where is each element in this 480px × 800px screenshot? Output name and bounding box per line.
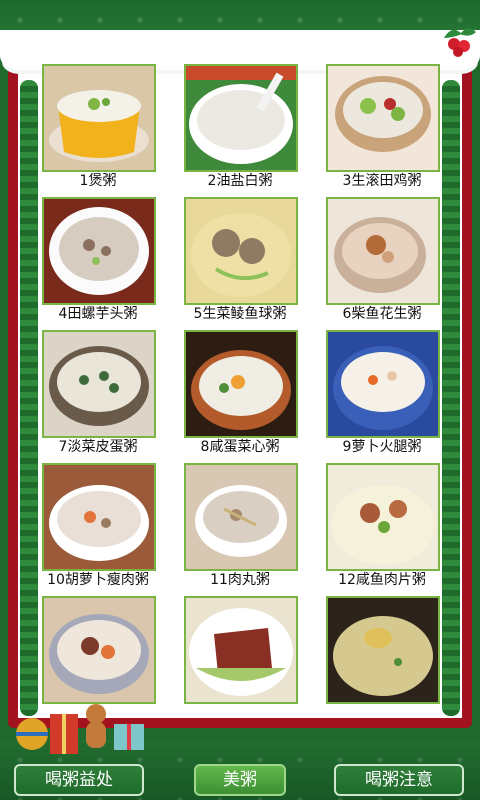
porridge-image bbox=[328, 598, 438, 702]
porridge-photo[interactable] bbox=[184, 197, 298, 305]
porridge-photo[interactable] bbox=[184, 596, 298, 704]
porridge-label bbox=[178, 702, 302, 720]
porridge-photo[interactable] bbox=[326, 330, 440, 438]
porridge-item-7[interactable]: 7淡菜皮蛋粥 bbox=[42, 330, 156, 456]
porridge-label: 12咸鱼肉片粥 bbox=[338, 572, 426, 588]
porridge-image bbox=[44, 66, 154, 170]
porridge-image bbox=[186, 332, 296, 436]
porridge-label: 5生菜鲮鱼球粥 bbox=[193, 306, 287, 322]
porridge-label: 2油盐白粥 bbox=[207, 173, 273, 189]
porridge-photo[interactable] bbox=[184, 330, 298, 438]
porridge-photo[interactable] bbox=[184, 463, 298, 571]
porridge-label: 1煲粥 bbox=[79, 173, 117, 189]
porridge-label: 3生滚田鸡粥 bbox=[342, 173, 422, 189]
porridge-photo[interactable] bbox=[42, 330, 156, 438]
porridge-photo[interactable] bbox=[42, 596, 156, 704]
porridge-image bbox=[328, 199, 438, 303]
porridge-item-1[interactable]: 1煲粥 bbox=[42, 64, 156, 190]
porridge-item-12[interactable]: 12咸鱼肉片粥 bbox=[326, 463, 440, 589]
porridge-image bbox=[186, 465, 296, 569]
holly-berries-icon bbox=[444, 28, 476, 57]
porridge-photo[interactable] bbox=[326, 596, 440, 704]
porridge-photo[interactable] bbox=[326, 197, 440, 305]
porridge-image bbox=[44, 465, 154, 569]
christmas-gifts-icon bbox=[16, 704, 144, 754]
tab-benefits[interactable]: 喝粥益处 bbox=[14, 764, 144, 796]
porridge-label: 11肉丸粥 bbox=[210, 572, 270, 588]
porridge-item-2[interactable]: 2油盐白粥 bbox=[184, 64, 298, 190]
porridge-item-8[interactable]: 8咸蛋菜心粥 bbox=[184, 330, 298, 456]
porridge-image bbox=[328, 465, 438, 569]
porridge-label bbox=[320, 702, 444, 720]
porridge-image bbox=[186, 598, 296, 702]
porridge-image bbox=[44, 598, 154, 702]
porridge-item-6[interactable]: 6柴鱼花生粥 bbox=[326, 197, 440, 323]
porridge-label: 9萝卜火腿粥 bbox=[342, 439, 422, 455]
porridge-item-3[interactable]: 3生滚田鸡粥 bbox=[326, 64, 440, 190]
tab-porridge-active[interactable]: 美粥 bbox=[194, 764, 286, 796]
porridge-photo[interactable] bbox=[42, 197, 156, 305]
garland-right bbox=[442, 80, 460, 716]
porridge-photo[interactable] bbox=[326, 463, 440, 571]
porridge-image bbox=[186, 66, 296, 170]
porridge-label: 10胡萝卜瘦肉粥 bbox=[47, 572, 149, 588]
porridge-item-10[interactable]: 10胡萝卜瘦肉粥 bbox=[42, 463, 156, 589]
porridge-label: 6柴鱼花生粥 bbox=[342, 306, 422, 322]
porridge-image bbox=[44, 199, 154, 303]
porridge-image bbox=[44, 332, 154, 436]
porridge-image bbox=[328, 332, 438, 436]
porridge-image bbox=[186, 199, 296, 303]
porridge-item-11[interactable]: 11肉丸粥 bbox=[184, 463, 298, 589]
porridge-item-5[interactable]: 5生菜鲮鱼球粥 bbox=[184, 197, 298, 323]
porridge-photo[interactable] bbox=[42, 64, 156, 172]
porridge-photo[interactable] bbox=[42, 463, 156, 571]
porridge-item-9[interactable]: 9萝卜火腿粥 bbox=[326, 330, 440, 456]
tab-precautions[interactable]: 喝粥注意 bbox=[334, 764, 464, 796]
porridge-label: 8咸蛋菜心粥 bbox=[200, 439, 280, 455]
porridge-grid: 1煲粥 2油盐白粥 3生滚田鸡粥 4田螺芋头粥 5生菜鲮鱼球粥 6柴鱼花生粥 7… bbox=[38, 64, 442, 704]
porridge-label: 4田螺芋头粥 bbox=[58, 306, 138, 322]
porridge-photo[interactable] bbox=[184, 64, 298, 172]
porridge-item-15[interactable] bbox=[326, 596, 440, 722]
porridge-item-4[interactable]: 4田螺芋头粥 bbox=[42, 197, 156, 323]
porridge-image bbox=[328, 66, 438, 170]
porridge-item-14[interactable] bbox=[184, 596, 298, 722]
porridge-photo[interactable] bbox=[326, 64, 440, 172]
porridge-label: 7淡菜皮蛋粥 bbox=[58, 439, 138, 455]
